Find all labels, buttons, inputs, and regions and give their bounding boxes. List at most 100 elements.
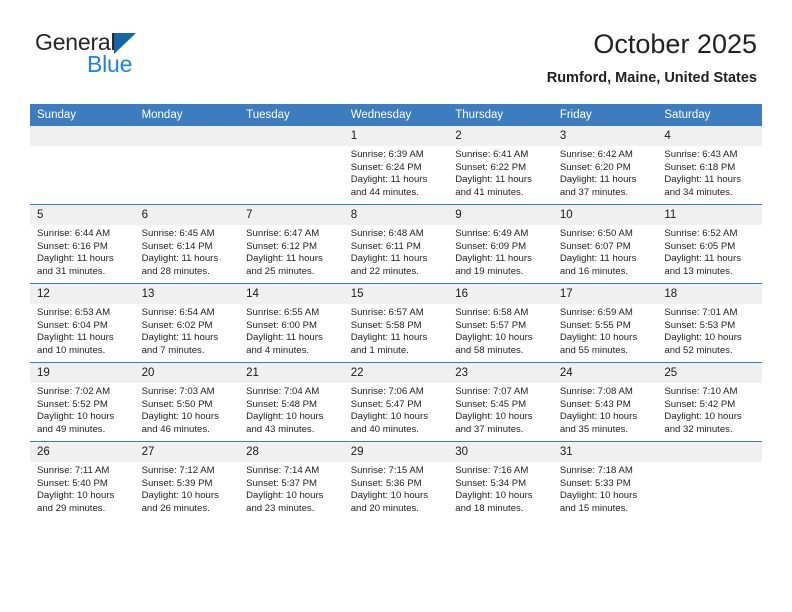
- sunrise-text: Sunrise: 7:02 AM: [37, 386, 111, 397]
- daylight-text: Daylight: 11 hours and 19 minutes.: [455, 253, 532, 277]
- calendar-grid: Sunday Monday Tuesday Wednesday Thursday Frid…: [30, 104, 762, 520]
- day-number: 13: [134, 284, 240, 304]
- calendar-day-cell[interactable]: 11 Sunrise: 6:52 AM Sunset: 6:05 PM Dayligh…: [657, 204, 762, 284]
- calendar-page: General Blue October 2025 Rumford, Maine…: [0, 0, 792, 612]
- sunset-text: Sunset: 5:34 PM: [455, 477, 527, 489]
- day-number: 3: [552, 126, 658, 146]
- calendar-day-cell[interactable]: 23 Sunrise: 7:07 AM Sunset: 5:45 PM Dayligh…: [448, 362, 553, 442]
- calendar-day-cell[interactable]: 19 Sunrise: 7:02 AM Sunset: 5:52 PM Dayligh…: [30, 362, 135, 442]
- calendar-day-cell[interactable]: 2 Sunrise: 6:41 AM Sunset: 6:22 PM Daylight…: [448, 126, 553, 205]
- day-number: 15: [343, 284, 449, 304]
- day-number: 21: [239, 363, 344, 383]
- day-number: 20: [134, 363, 240, 383]
- calendar-day-cell[interactable]: 13 Sunrise: 6:54 AM Sunset: 6:02 PM Dayligh…: [134, 283, 240, 363]
- daylight-text: Daylight: 10 hours and 40 minutes.: [350, 411, 429, 435]
- calendar-body: 1 Sunrise: 6:39 AM Sunset: 6:24 PM Daylight…: [30, 126, 762, 520]
- calendar-day-cell[interactable]: 4 Sunrise: 6:43 AM Sunset: 6:18 PM Daylight…: [657, 126, 762, 205]
- calendar-day-cell[interactable]: 27 Sunrise: 7:12 AM Sunset: 5:39 PM Dayligh…: [134, 441, 240, 520]
- calendar-day-cell[interactable]: 21 Sunrise: 7:04 AM Sunset: 5:48 PM Dayligh…: [239, 362, 344, 442]
- calendar-day-cell[interactable]: 16 Sunrise: 6:58 AM Sunset: 5:57 PM Dayligh…: [448, 283, 553, 363]
- calendar-week-row: 5 Sunrise: 6:44 AM Sunset: 6:16 PM Daylight…: [30, 204, 762, 284]
- daylight-text: Daylight: 11 hours and 37 minutes.: [559, 174, 637, 198]
- sunset-text: Sunset: 5:33 PM: [559, 477, 631, 489]
- calendar-day-cell[interactable]: 24 Sunrise: 7:08 AM Sunset: 5:43 PM Dayligh…: [552, 362, 658, 442]
- day-details: Sunrise: 6:50 AM Sunset: 6:07 PM Daylight:…: [553, 225, 658, 278]
- sunrise-text: Sunrise: 7:18 AM: [559, 465, 633, 476]
- sunrise-text: Sunrise: 6:44 AM: [37, 228, 111, 239]
- calendar-header-row: Sunday Monday Tuesday Wednesday Thursday Frid…: [30, 104, 762, 126]
- day-number: 4: [657, 126, 762, 146]
- daylight-text: Daylight: 11 hours and 7 minutes.: [141, 332, 219, 356]
- sunrise-text: Sunrise: 7:15 AM: [350, 465, 424, 476]
- day-details: Sunrise: 7:01 AM Sunset: 5:53 PM Daylight:…: [657, 304, 762, 357]
- day-details: Sunrise: 6:44 AM Sunset: 6:16 PM Daylight:…: [30, 225, 135, 278]
- calendar-day-cell[interactable]: 9 Sunrise: 6:49 AM Sunset: 6:09 PM Daylight…: [448, 204, 553, 284]
- weekday-header-monday: Monday: [134, 104, 240, 126]
- daylight-text: Daylight: 11 hours and 28 minutes.: [141, 253, 219, 277]
- calendar-day-cell[interactable]: 29 Sunrise: 7:15 AM Sunset: 5:36 PM Dayligh…: [343, 441, 449, 520]
- sunrise-text: Sunrise: 7:06 AM: [350, 386, 424, 397]
- calendar-week-row: 26 Sunrise: 7:11 AM Sunset: 5:40 PM Dayligh…: [30, 441, 762, 520]
- page-title: October 2025: [593, 29, 757, 59]
- sunset-text: Sunset: 6:22 PM: [455, 161, 527, 173]
- day-details: Sunrise: 7:11 AM Sunset: 5:40 PM Daylight:…: [30, 462, 135, 515]
- calendar-day-cell[interactable]: 20 Sunrise: 7:03 AM Sunset: 5:50 PM Dayligh…: [134, 362, 240, 442]
- calendar-day-cell[interactable]: 25 Sunrise: 7:10 AM Sunset: 5:42 PM Dayligh…: [657, 362, 762, 442]
- sunrise-text: Sunrise: 6:47 AM: [246, 228, 320, 239]
- calendar-day-cell[interactable]: 1 Sunrise: 6:39 AM Sunset: 6:24 PM Daylight…: [343, 126, 449, 205]
- daylight-text: Daylight: 10 hours and 23 minutes.: [246, 490, 324, 514]
- day-details: Sunrise: 6:59 AM Sunset: 5:55 PM Daylight:…: [553, 304, 658, 357]
- weekday-header-thursday: Thursday: [448, 104, 553, 126]
- day-number: 17: [552, 284, 658, 304]
- calendar-day-cell[interactable]: 3 Sunrise: 6:42 AM Sunset: 6:20 PM Daylight…: [552, 126, 658, 205]
- calendar-day-cell[interactable]: 8 Sunrise: 6:48 AM Sunset: 6:11 PM Daylight…: [343, 204, 449, 284]
- sunrise-text: Sunrise: 6:39 AM: [350, 149, 424, 160]
- day-details: Sunrise: 7:07 AM Sunset: 5:45 PM Daylight:…: [448, 383, 553, 436]
- calendar-day-cell[interactable]: 15 Sunrise: 6:57 AM Sunset: 5:58 PM Dayligh…: [343, 283, 449, 363]
- sunrise-text: Sunrise: 7:10 AM: [664, 386, 738, 397]
- calendar-day-cell[interactable]: 26 Sunrise: 7:11 AM Sunset: 5:40 PM Dayligh…: [30, 441, 135, 520]
- calendar-day-cell[interactable]: 22 Sunrise: 7:06 AM Sunset: 5:47 PM Dayligh…: [343, 362, 449, 442]
- day-number: 7: [239, 205, 344, 225]
- sunrise-text: Sunrise: 6:49 AM: [455, 228, 529, 239]
- sunrise-text: Sunrise: 6:50 AM: [559, 228, 633, 239]
- calendar-day-cell[interactable]: 12 Sunrise: 6:53 AM Sunset: 6:04 PM Dayligh…: [30, 283, 135, 363]
- weekday-header-wednesday: Wednesday: [343, 104, 449, 126]
- day-details: Sunrise: 6:53 AM Sunset: 6:04 PM Daylight:…: [30, 304, 135, 357]
- calendar-day-cell[interactable]: 5 Sunrise: 6:44 AM Sunset: 6:16 PM Daylight…: [30, 204, 135, 284]
- sunset-text: Sunset: 6:18 PM: [664, 161, 736, 173]
- calendar-day-cell[interactable]: 10 Sunrise: 6:50 AM Sunset: 6:07 PM Dayligh…: [552, 204, 658, 284]
- day-number: 29: [343, 442, 449, 462]
- brand-logo[interactable]: General Blue: [35, 30, 265, 90]
- daylight-text: Daylight: 11 hours and 10 minutes.: [37, 332, 114, 356]
- weekday-header-tuesday: Tuesday: [239, 104, 344, 126]
- daylight-text: Daylight: 10 hours and 18 minutes.: [455, 490, 533, 514]
- sunset-text: Sunset: 6:20 PM: [559, 161, 631, 173]
- calendar-day-cell[interactable]: 28 Sunrise: 7:14 AM Sunset: 5:37 PM Dayligh…: [239, 441, 344, 520]
- sunrise-text: Sunrise: 7:11 AM: [37, 465, 110, 476]
- daylight-text: Daylight: 11 hours and 44 minutes.: [350, 174, 428, 198]
- calendar-day-cell[interactable]: 14 Sunrise: 6:55 AM Sunset: 6:00 PM Dayligh…: [239, 283, 344, 363]
- sunset-text: Sunset: 5:39 PM: [141, 477, 213, 489]
- day-number: 30: [448, 442, 553, 462]
- daylight-text: Daylight: 10 hours and 20 minutes.: [350, 490, 429, 514]
- day-details: Sunrise: 6:48 AM Sunset: 6:11 PM Daylight:…: [344, 225, 449, 278]
- calendar-day-cell[interactable]: 6 Sunrise: 6:45 AM Sunset: 6:14 PM Daylight…: [134, 204, 240, 284]
- daylight-text: Daylight: 11 hours and 16 minutes.: [559, 253, 637, 277]
- sunrise-text: Sunrise: 6:55 AM: [246, 307, 320, 318]
- sunset-text: Sunset: 5:58 PM: [350, 319, 422, 331]
- calendar-day-cell[interactable]: 18 Sunrise: 7:01 AM Sunset: 5:53 PM Dayligh…: [657, 283, 762, 363]
- calendar-day-cell[interactable]: 30 Sunrise: 7:16 AM Sunset: 5:34 PM Dayligh…: [448, 441, 553, 520]
- day-number: 26: [30, 442, 135, 462]
- sunset-text: Sunset: 5:37 PM: [246, 477, 318, 489]
- calendar-day-cell[interactable]: 31 Sunrise: 7:18 AM Sunset: 5:33 PM Dayligh…: [552, 441, 658, 520]
- sunrise-text: Sunrise: 6:58 AM: [455, 307, 529, 318]
- day-details: Sunrise: 6:45 AM Sunset: 6:14 PM Daylight:…: [135, 225, 240, 278]
- page-subtitle: Rumford, Maine, United States: [546, 70, 757, 86]
- day-number: 31: [552, 442, 658, 462]
- calendar-day-cell[interactable]: 7 Sunrise: 6:47 AM Sunset: 6:12 PM Daylight…: [239, 204, 344, 284]
- calendar-day-cell[interactable]: 17 Sunrise: 6:59 AM Sunset: 5:55 PM Dayligh…: [552, 283, 658, 363]
- sunset-text: Sunset: 6:02 PM: [141, 319, 213, 331]
- sunset-text: Sunset: 6:16 PM: [37, 240, 108, 252]
- day-details: Sunrise: 7:08 AM Sunset: 5:43 PM Daylight:…: [553, 383, 658, 436]
